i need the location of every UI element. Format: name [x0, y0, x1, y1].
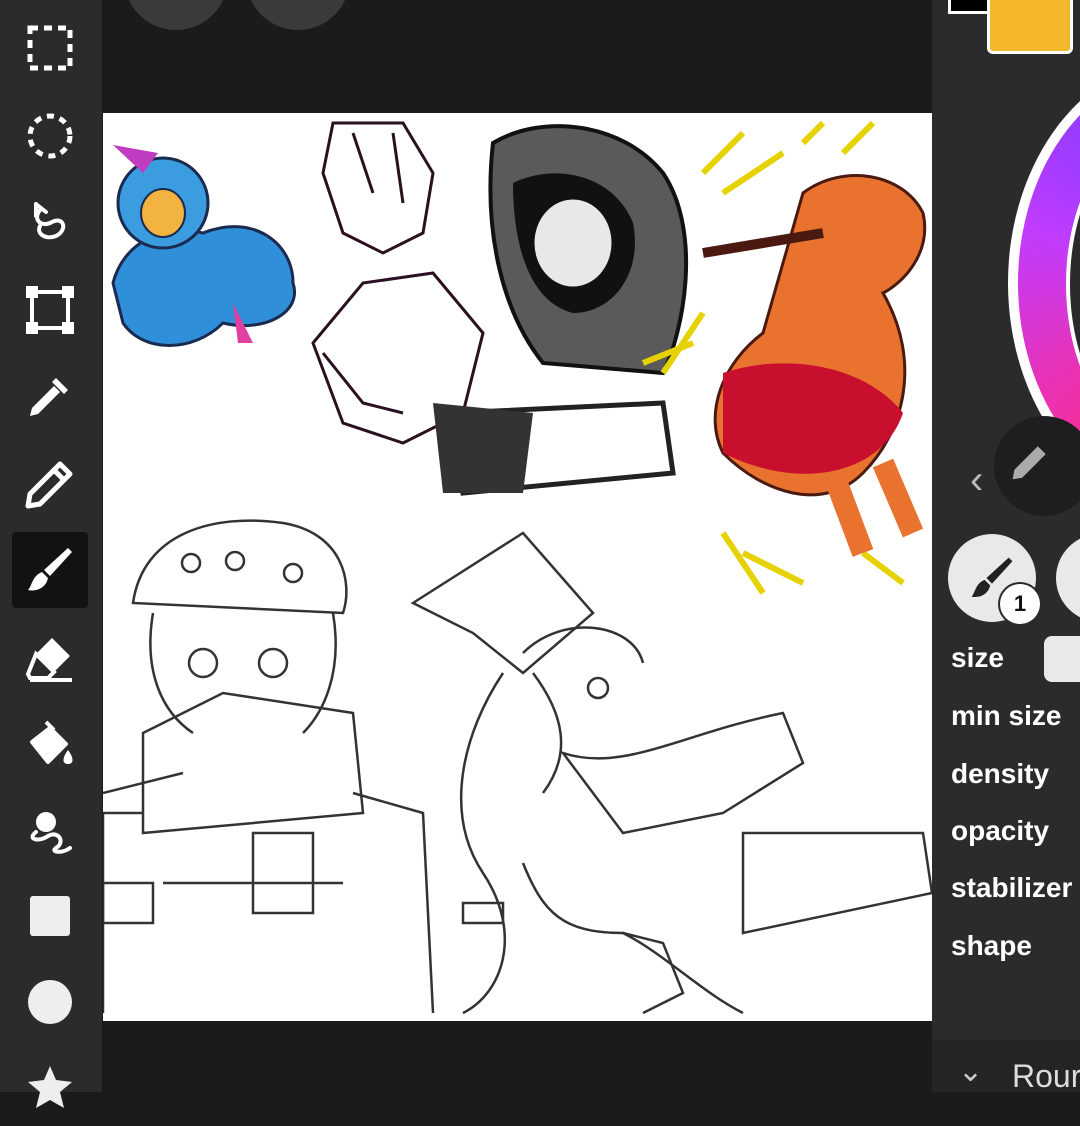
lasso-select-tool[interactable]: [12, 184, 88, 260]
secondary-color-swatch[interactable]: [987, 0, 1073, 54]
rectangle-shape-icon: [30, 896, 70, 936]
rect-select-tool[interactable]: [12, 10, 88, 86]
hooded-character-sketch: [433, 124, 689, 496]
shape-dropdown-value: Rour: [1012, 1058, 1080, 1092]
star-shape-tool[interactable]: [12, 1050, 88, 1126]
shape-label: shape: [951, 930, 1032, 961]
redo-button[interactable]: [246, 0, 350, 30]
sketch-artwork: [103, 120, 932, 1015]
lasso-select-icon: [34, 202, 66, 240]
ellipse-shape-icon: [28, 980, 72, 1024]
fill-tool[interactable]: [12, 706, 88, 782]
pencil-icon: [25, 461, 73, 509]
top-bar: [102, 0, 932, 112]
smudge-tool[interactable]: [12, 792, 88, 868]
stabilizer-label: stabilizer: [951, 872, 1073, 903]
brush-tool[interactable]: [12, 532, 88, 608]
ellipse-shape-tool[interactable]: [12, 964, 88, 1040]
ellipse-select-icon: [27, 113, 73, 159]
ink-character-sketch: [311, 121, 485, 445]
chevron-left-icon[interactable]: ‹: [970, 458, 983, 503]
undo-button[interactable]: [124, 0, 228, 30]
chevron-down-icon: ⌄: [958, 1055, 984, 1088]
min-size-label: min size: [951, 700, 1062, 731]
rect-select-icon: [27, 25, 73, 71]
bottom-bar: [102, 1021, 932, 1092]
drawing-canvas[interactable]: [103, 113, 932, 1021]
smudge-icon: [30, 812, 72, 854]
shape-dropdown[interactable]: ⌄ Rour: [932, 1040, 1080, 1092]
opacity-label: opacity: [951, 815, 1050, 846]
pencil-tab[interactable]: [994, 416, 1080, 516]
brush-icon: [28, 548, 72, 591]
eraser-icon: [25, 638, 72, 682]
eyedropper-icon: [30, 378, 68, 416]
rectangle-shape-tool[interactable]: [12, 878, 88, 954]
tool-bar: [0, 0, 102, 1108]
size-label: size: [951, 642, 1004, 673]
brush-settings-panel: ‹ 1 size min size density opacity stabil…: [932, 0, 1080, 1092]
red-character-sketch: [641, 120, 927, 595]
ellipse-select-tool[interactable]: [12, 98, 88, 174]
blue-character-sketch: [111, 145, 297, 347]
transform-tool[interactable]: [12, 272, 88, 348]
brush-preset-button-2[interactable]: [1056, 534, 1080, 622]
pencil-tool[interactable]: [12, 446, 88, 522]
transform-icon: [26, 286, 74, 334]
density-label: density: [951, 758, 1050, 789]
pencil-sketch-right: [410, 531, 932, 1015]
size-slider[interactable]: [1044, 636, 1080, 682]
eraser-tool[interactable]: [12, 620, 88, 696]
eyedropper-tool[interactable]: [12, 358, 88, 434]
brush-count-badge: 1: [1000, 584, 1040, 624]
star-shape-icon: [28, 1066, 72, 1108]
pencil-sketch-left: [103, 519, 435, 1014]
pencil-icon: [1012, 446, 1046, 480]
fill-bucket-icon: [30, 720, 73, 764]
